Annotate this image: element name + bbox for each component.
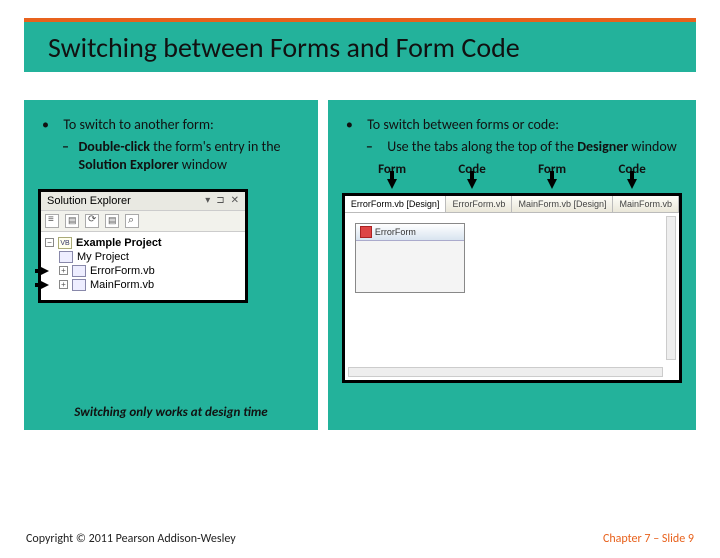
designer-canvas[interactable]: ErrorForm xyxy=(345,213,679,303)
horizontal-scrollbar[interactable] xyxy=(348,367,663,377)
copyright-text: Copyright © 2011 Pearson Addison-Wesley xyxy=(26,532,236,546)
arrow-down-icon xyxy=(547,179,557,189)
tree-item[interactable]: + ErrorForm.vb xyxy=(45,264,241,278)
tab-arrows xyxy=(352,179,672,189)
viewcode-icon[interactable] xyxy=(105,214,119,228)
properties-icon[interactable] xyxy=(45,214,59,228)
arrow-down-icon xyxy=(627,179,637,189)
form-icon xyxy=(72,265,86,277)
expand-icon[interactable]: + xyxy=(59,266,68,275)
arrow-down-icon xyxy=(467,179,477,189)
dropdown-icon[interactable]: ▾ xyxy=(205,195,210,206)
tree-item[interactable]: + MainForm.vb xyxy=(45,278,241,292)
solution-explorer-titlebar: Solution Explorer ▾ ⊐ ✕ xyxy=(41,192,245,211)
right-column: • To switch between forms or code: – Use… xyxy=(328,100,696,430)
folder-icon xyxy=(59,251,73,263)
chapter-slide-text: Chapter 7 – Slide 9 xyxy=(603,532,694,546)
solution-explorer-panel: Solution Explorer ▾ ⊐ ✕ − VB Example Pro xyxy=(38,189,248,303)
right-bullet-2: – Use the tabs along the top of the Desi… xyxy=(342,138,682,156)
arrow-down-icon xyxy=(387,179,397,189)
designer-tab[interactable]: MainForm.vb xyxy=(613,196,679,212)
expand-icon[interactable]: + xyxy=(59,280,68,289)
form-preview[interactable]: ErrorForm xyxy=(355,223,465,293)
form-preview-title: ErrorForm xyxy=(356,224,464,241)
pointer-arrow-icon xyxy=(41,281,51,289)
title-bar: Switching between Forms and Form Code xyxy=(24,18,696,72)
designer-tabstrip: ErrorForm.vb [Design] ErrorForm.vb MainF… xyxy=(345,196,679,213)
tree-project[interactable]: − VB Example Project xyxy=(45,236,241,250)
right-bullet-1: • To switch between forms or code: xyxy=(342,116,682,134)
vertical-scrollbar[interactable] xyxy=(666,216,676,360)
left-column: • To switch to another form: – Double-cl… xyxy=(24,100,318,430)
solution-explorer-tree: − VB Example Project My Project + ErrorF… xyxy=(41,232,245,300)
solution-explorer-title: Solution Explorer xyxy=(47,195,131,207)
footer: Copyright © 2011 Pearson Addison-Wesley … xyxy=(26,532,694,546)
search-icon[interactable] xyxy=(125,214,139,228)
tree-item[interactable]: My Project xyxy=(45,250,241,264)
solution-explorer-toolbar xyxy=(41,211,245,232)
designer-tab[interactable]: ErrorForm.vb xyxy=(446,196,512,212)
designer-tab[interactable]: MainForm.vb [Design] xyxy=(512,196,613,212)
left-bullet-2: – Double-click the form's entry in the S… xyxy=(38,138,304,174)
content-columns: • To switch to another form: – Double-cl… xyxy=(24,100,696,430)
collapse-icon[interactable]: − xyxy=(45,238,54,247)
left-bullet-1: • To switch to another form: xyxy=(38,116,304,134)
design-time-note: Switching only works at design time xyxy=(24,405,318,420)
designer-tab[interactable]: ErrorForm.vb [Design] xyxy=(345,196,447,212)
form-icon xyxy=(72,279,86,291)
project-icon: VB xyxy=(58,237,72,249)
pin-icon[interactable]: ⊐ xyxy=(216,195,224,206)
close-icon[interactable]: ✕ xyxy=(231,195,239,206)
refresh-icon[interactable] xyxy=(85,214,99,228)
showall-icon[interactable] xyxy=(65,214,79,228)
designer-window: ErrorForm.vb [Design] ErrorForm.vb MainF… xyxy=(342,193,682,383)
tab-type-labels: Form Code Form Code xyxy=(352,162,672,177)
pointer-arrow-icon xyxy=(41,267,51,275)
slide-title: Switching between Forms and Form Code xyxy=(48,30,520,65)
